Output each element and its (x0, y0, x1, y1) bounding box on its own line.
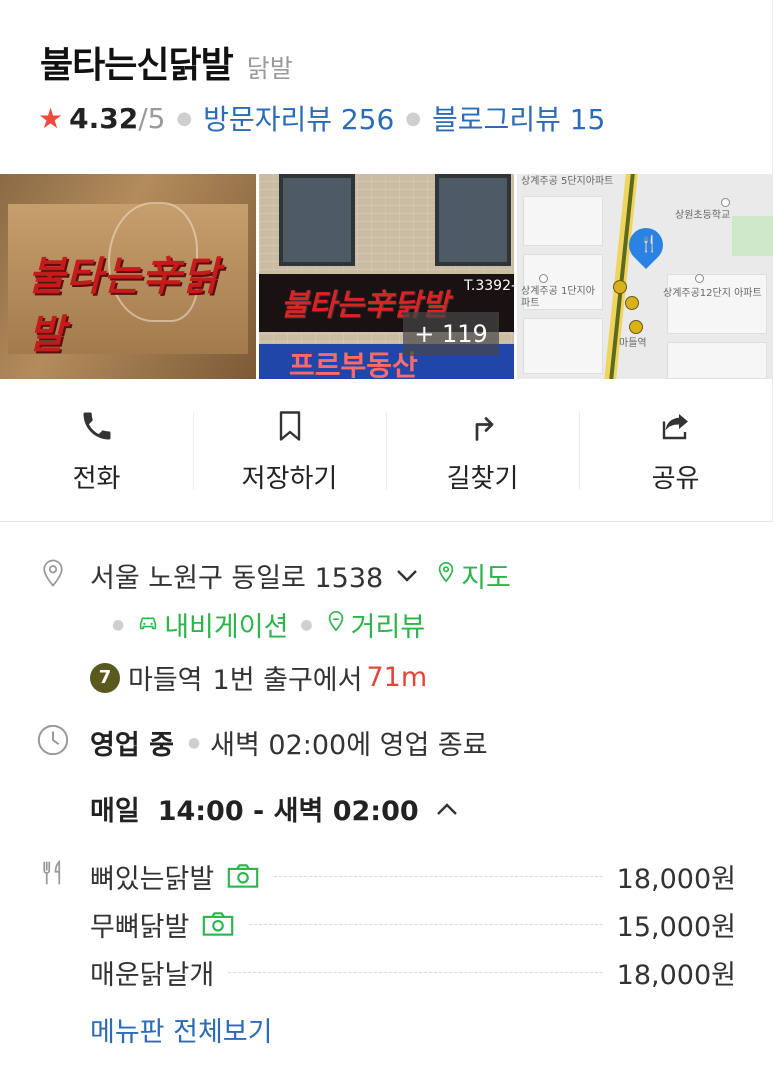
address-text: 서울 노원구 동일로 1538 (90, 563, 384, 594)
map-label: 상계주공 5단지아파트 (521, 176, 614, 187)
menu-item: 매운닭날개 18,000원 (90, 952, 736, 992)
fork-knife-icon (36, 856, 70, 890)
subway-line-badge: 7 (90, 662, 120, 693)
separator-dot: ● (112, 616, 125, 633)
fork-knife-icon: 🍴 (639, 234, 659, 253)
rating-row: ★ 4.32 /5 ● 방문자리뷰 256 ● 블로그리뷰 15 (38, 98, 605, 138)
map-link[interactable]: 지도 (461, 556, 511, 595)
map-label: 상원초등학교 (675, 210, 731, 221)
hours-detail-row[interactable]: 매일 14:00 - 새벽 02:00 (90, 789, 459, 828)
lower-sign-text: 프르부동산 (289, 349, 418, 379)
map-block (667, 274, 767, 334)
storefront-phone-text: T.3392- (464, 278, 514, 294)
save-label: 저장하기 (241, 464, 338, 494)
map-block (523, 196, 603, 246)
place-name: 불타는신닭발 (40, 45, 234, 86)
rating-score: 4.32 (69, 101, 139, 135)
action-bar: 전화 저장하기 길찾기 공유 (0, 390, 773, 508)
chevron-down-icon[interactable] (395, 560, 419, 591)
street-view-link[interactable]: 거리뷰 (351, 605, 426, 644)
menu-dotted-leader (228, 971, 603, 973)
navigation-row: ● 내비게이션 ● 거리뷰 (112, 605, 425, 644)
apartment-poi-icon (539, 274, 548, 283)
map-pin-outline-icon (435, 559, 457, 592)
menu-dotted-leader (249, 923, 603, 925)
hours-status-row: 영업 중 ● 새벽 02:00에 영업 종료 (90, 723, 488, 762)
chevron-up-icon[interactable] (435, 793, 459, 824)
menu-item: 무뼈닭발 15,000원 (90, 904, 736, 944)
navigation-link[interactable]: 내비게이션 (164, 605, 288, 644)
location-pin-icon (36, 556, 70, 590)
open-status: 영업 중 (90, 730, 174, 761)
rating-max: /5 (138, 101, 166, 135)
map-thumbnail[interactable]: 상계주공 5단지아파트 상원초등학교 상계주공 1단지아파트 상계주공12단지 … (517, 174, 773, 379)
station-distance: 71m (366, 662, 428, 693)
directions-button[interactable]: 길찾기 (386, 390, 579, 508)
blog-reviews-link[interactable]: 블로그리뷰 15 (432, 98, 605, 138)
camera-icon[interactable] (226, 863, 260, 889)
call-label: 전화 (72, 464, 121, 494)
separator-dot: ● (300, 616, 313, 633)
closing-note: 새벽 02:00에 영업 종료 (210, 730, 488, 761)
menu-item-price: 18,000원 (616, 959, 736, 991)
directions-icon (463, 406, 503, 446)
map-park (732, 216, 773, 256)
photo-sign-text: 불타는辛닭발 (28, 253, 221, 358)
photo-storefront[interactable]: 불타는辛닭발 T.3392- 프르부동산 + 119 (259, 174, 514, 379)
more-photos-badge[interactable]: + 119 (403, 312, 499, 356)
apartment-poi-icon (695, 274, 704, 283)
map-block (667, 342, 767, 379)
map-block (523, 318, 603, 374)
phone-icon (77, 406, 117, 446)
subway-row: 7 마들역 1번 출구에서 71m (90, 658, 427, 697)
school-poi-icon (721, 198, 730, 207)
star-icon: ★ (38, 101, 64, 135)
menu-dotted-leader (274, 875, 603, 877)
place-summary-card: 불타는신닭발 닭발 ★ 4.32 /5 ● 방문자리뷰 256 ● 블로그리뷰 … (0, 0, 773, 522)
share-label: 공유 (651, 464, 700, 494)
street-view-icon (325, 608, 347, 641)
map-label: 상계주공12단지 아파트 (663, 288, 762, 299)
window (279, 174, 355, 266)
station-exit: 1번 출구에서 (212, 665, 363, 696)
station-name: 마들역 (128, 665, 203, 696)
separator-dot: ● (405, 107, 422, 129)
menu-item-name: 뼈있는닭발 (90, 863, 215, 895)
directions-label: 길찾기 (446, 464, 519, 494)
separator-dot: ● (176, 107, 193, 129)
map-label: 상계주공 1단지아파트 (521, 286, 595, 309)
station-marker-icon (629, 320, 643, 334)
place-category: 닭발 (246, 54, 293, 83)
clock-icon (36, 723, 70, 757)
window (435, 174, 511, 266)
save-button[interactable]: 저장하기 (193, 390, 386, 508)
menu-item-price: 18,000원 (616, 863, 736, 895)
hours-day: 매일 (90, 796, 140, 827)
address-row: 서울 노원구 동일로 1538 지도 (90, 556, 511, 595)
hours-time-range: 14:00 - 새벽 02:00 (157, 796, 419, 827)
title-row: 불타는신닭발 닭발 (40, 36, 293, 88)
map-label: 마들역 (619, 338, 647, 349)
visitor-reviews-link[interactable]: 방문자리뷰 256 (203, 98, 394, 138)
menu-item-name: 매운닭날개 (90, 959, 215, 991)
share-button[interactable]: 공유 (579, 390, 772, 508)
station-marker-icon (625, 296, 639, 310)
station-marker-icon (613, 280, 627, 294)
call-button[interactable]: 전화 (0, 390, 193, 508)
share-icon (656, 406, 696, 446)
separator-dot: ● (187, 734, 201, 751)
photo-strip: 불타는辛닭발 불타는辛닭발 T.3392- 프르부동산 + 119 상계주공 5… (0, 174, 773, 379)
menu-item-price: 15,000원 (616, 911, 736, 943)
menu-item: 뼈있는닭발 18,000원 (90, 856, 736, 896)
menu-item-name: 무뼈닭발 (90, 911, 190, 943)
camera-icon[interactable] (201, 911, 235, 937)
photo-interior[interactable]: 불타는辛닭발 (0, 174, 256, 379)
bookmark-icon (270, 406, 310, 446)
car-icon (136, 609, 160, 640)
view-full-menu-link[interactable]: 메뉴판 전체보기 (90, 1010, 272, 1049)
